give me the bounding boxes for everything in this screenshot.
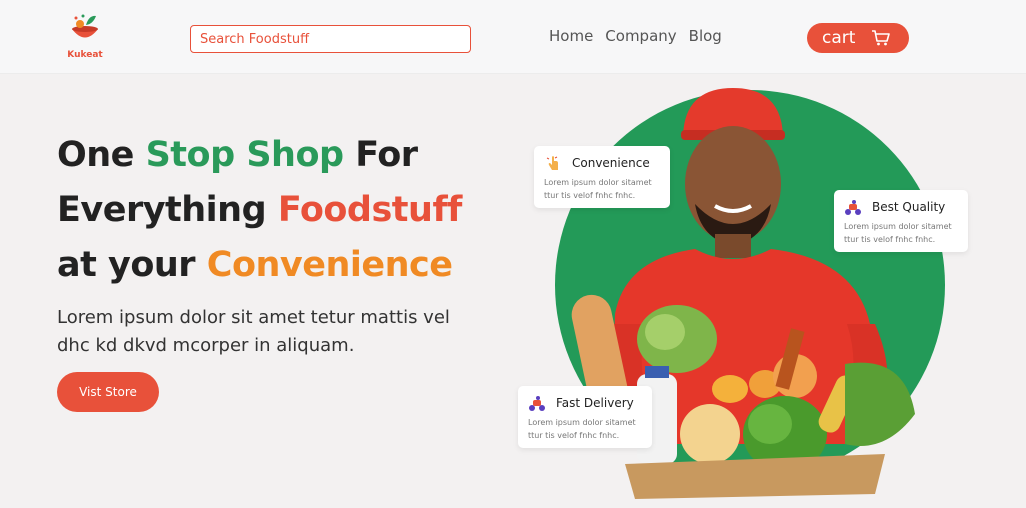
cart-label: cart <box>822 28 856 48</box>
card-title: Convenience <box>572 156 650 170</box>
card-body: Lorem ipsum dolor sitamet ttur tis velof… <box>528 418 636 440</box>
card-body: Lorem ipsum dolor sitamet ttur tis velof… <box>544 178 652 200</box>
nav-blog-link[interactable]: Blog <box>689 27 722 45</box>
hero-subtitle: Lorem ipsum dolor sit amet tetur mattis … <box>57 307 450 356</box>
hero-title: One Stop Shop For Everything Foodstuff a… <box>57 128 517 293</box>
logo-text: Kukeat <box>67 50 103 60</box>
highlight-convenience: Convenience <box>206 245 453 285</box>
hero-title-line1: One Stop Shop For <box>57 135 418 175</box>
card-body: Lorem ipsum dolor sitamet ttur tis velof… <box>844 222 952 244</box>
highlight-foodstuff: Foodstuff <box>277 190 463 230</box>
scooter-icon <box>845 200 861 215</box>
site-header: Kukeat Home Company Blog cart <box>0 0 1026 74</box>
hero-title-line3: at your Convenience <box>57 245 453 285</box>
convenience-card: Convenience Lorem ipsum dolor sitamet tt… <box>534 146 670 208</box>
cart-button[interactable]: cart <box>807 23 909 53</box>
card-title: Fast Delivery <box>556 396 634 410</box>
card-title: Best Quality <box>872 200 946 214</box>
logo[interactable]: Kukeat <box>62 12 108 62</box>
cart-icon <box>872 30 891 46</box>
nav-company-link[interactable]: Company <box>605 27 676 45</box>
scooter-icon <box>529 396 545 411</box>
visit-store-button[interactable]: Vist Store <box>57 372 159 412</box>
highlight-stop-shop: Stop Shop <box>145 135 344 175</box>
fast-delivery-card: Fast Delivery Lorem ipsum dolor sitamet … <box>518 386 652 448</box>
hand-tap-icon <box>546 156 558 170</box>
search-input[interactable] <box>190 25 471 53</box>
hero-title-line2: Everything Foodstuff <box>57 190 463 230</box>
nav-home-link[interactable]: Home <box>549 27 593 45</box>
main-nav: Home Company Blog <box>549 27 722 45</box>
best-quality-card: Best Quality Lorem ipsum dolor sitamet t… <box>834 190 968 252</box>
logo-bowl-icon <box>72 14 98 38</box>
